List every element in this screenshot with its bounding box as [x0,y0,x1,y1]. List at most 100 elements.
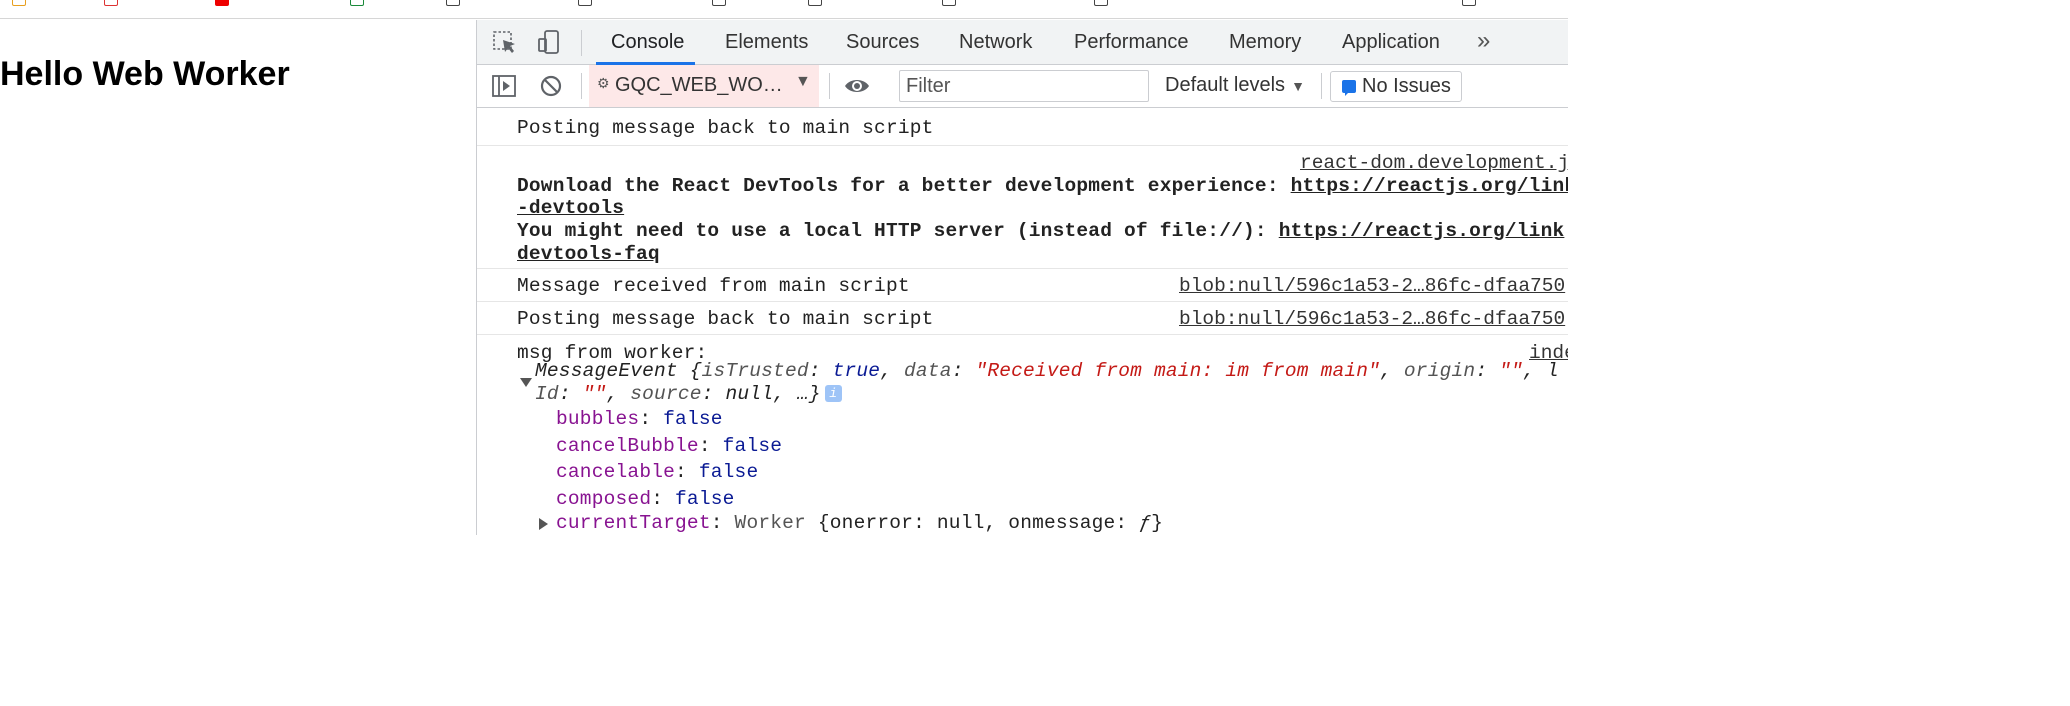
bookmark-folder[interactable] [942,0,960,10]
inspect-element-icon[interactable] [491,28,519,56]
property-value: "" [1499,360,1523,382]
property-value: false [722,435,783,457]
info-icon[interactable]: i [824,385,842,402]
message-text-part: You might need to use a local HTTP serve… [517,220,1279,242]
property-key: Id [535,383,559,405]
tab-elements[interactable]: Elements [725,20,808,65]
tab-network[interactable]: Network [959,20,1032,65]
bookmark-item[interactable] [12,0,30,10]
tab-sources[interactable]: Sources [846,20,919,65]
message-text: Download the React DevTools for a better… [517,175,1568,197]
folder-icon [1094,0,1108,7]
object-preview[interactable]: MessageEvent {isTrusted: true, data: "Re… [535,360,1559,382]
expand-triangle-icon[interactable] [539,518,548,530]
message-text: You might need to use a local HTTP serve… [517,220,1564,242]
message-icon [1342,80,1356,96]
object-property-row[interactable]: composed: false [556,488,735,510]
log-levels-label: Default levels [1165,74,1286,96]
chevron-down-icon: ▼ [795,73,811,90]
bookmark-icon [350,0,364,7]
property-value: false [698,461,759,483]
device-toolbar-icon[interactable] [535,28,563,56]
message-text: Message received from main script [517,275,910,297]
folder-icon [942,0,956,7]
property-key: composed [556,488,652,510]
source-link[interactable]: react-dom.development.j [1300,152,1568,174]
source-link[interactable]: blob:null/596c1a53-2…86fc-dfaa750 [1179,275,1565,297]
context-selector[interactable]: ⚙ GQC_WEB_WO… ▼ [589,65,819,107]
object-class-name: MessageEvent [535,360,678,382]
message-link[interactable]: -devtools [517,197,624,219]
sidebar-toggle-icon[interactable] [490,72,518,100]
bookmark-icon [215,0,229,7]
property-value: false [663,408,723,430]
source-link[interactable]: blob:null/596c1a53-2…86fc-dfaa750 [1179,308,1565,330]
toolbar-divider [581,73,582,99]
property-key: currentTarget [556,512,711,534]
bookmark-folder[interactable] [808,0,826,10]
property-key: data [904,360,952,382]
property-value: {onerror: null, onmessage: [817,512,1140,534]
tab-memory[interactable]: Memory [1229,20,1301,65]
bookmarks-bar [0,0,1568,19]
console-message: Posting message back to main script blob… [477,302,1568,335]
console-message: react-dom.development.j Download the Rea… [477,146,1568,269]
toolbar-divider [829,73,830,99]
property-key: isTrusted [701,360,809,382]
folder-icon [1462,0,1476,7]
bookmark-item[interactable] [104,0,122,10]
function-symbol: ƒ [1139,512,1152,534]
property-key: cancelable [556,461,676,483]
property-value: null [725,383,774,405]
message-text: Posting message back to main script [517,308,934,330]
message-link[interactable]: devtools-faq [517,243,660,265]
object-class-name: Worker [734,512,806,534]
property-value: "Received from main: im from main" [975,360,1381,382]
context-label: GQC_WEB_WO… [615,74,783,96]
message-link[interactable]: https://reactjs.org/link [1279,220,1565,242]
clear-console-icon[interactable] [537,72,565,100]
bookmark-folder[interactable] [1462,0,1480,10]
folder-icon [578,0,592,7]
more-tabs-icon[interactable]: » [1477,20,1490,65]
console-toolbar: ⚙ GQC_WEB_WO… ▼ Default levels ▼ No Issue… [477,65,1568,108]
bookmark-folder[interactable] [1094,0,1112,10]
property-key: bubbles [556,408,640,430]
folder-icon [808,0,822,7]
tab-console[interactable]: Console [596,20,695,65]
issues-label: No Issues [1362,75,1451,97]
bookmark-folder[interactable] [712,0,730,10]
property-key: , l [1522,360,1559,382]
folder-icon [446,0,460,7]
property-value: "" [582,383,607,405]
toolbar-divider [1321,73,1322,99]
bookmark-folder[interactable] [446,0,464,10]
console-message: Posting message back to main script [477,110,1568,146]
issues-button[interactable]: No Issues [1330,71,1462,102]
object-property-row[interactable]: currentTarget: Worker {onerror: null, on… [556,512,1163,534]
bookmark-item[interactable] [215,0,233,10]
eye-icon[interactable] [843,72,871,100]
object-property-row[interactable]: cancelBubble: false [556,435,782,457]
bookmark-folder[interactable] [578,0,596,10]
console-messages[interactable]: Posting message back to main script reac… [477,110,1568,535]
filter-input[interactable] [899,70,1149,102]
log-levels-dropdown[interactable]: Default levels ▼ [1165,74,1305,97]
bookmark-item[interactable] [350,0,368,10]
tab-performance[interactable]: Performance [1074,20,1189,65]
browser-window: Hello Web Worker Console Elements Source… [0,0,1568,535]
devtools-tabbar: Console Elements Sources Network Perform… [477,20,1568,65]
gear-icon: ⚙ [597,75,610,91]
object-property-row[interactable]: bubbles: false [556,408,723,430]
object-property-row[interactable]: cancelable: false [556,461,758,483]
property-key: cancelBubble [556,435,699,457]
message-link[interactable]: https://reactjs.org/link [1291,175,1568,197]
property-key: origin [1403,360,1476,382]
tab-application[interactable]: Application [1342,20,1440,65]
console-message: Message received from main script blob:n… [477,269,1568,302]
object-preview-continued[interactable]: Id: "", source: null, …} i [535,383,842,405]
devtools-panel: Console Elements Sources Network Perform… [476,20,1568,535]
collapse-triangle-icon[interactable] [520,378,532,387]
message-text: Posting message back to main script [517,117,934,139]
brace: } [1151,512,1164,534]
